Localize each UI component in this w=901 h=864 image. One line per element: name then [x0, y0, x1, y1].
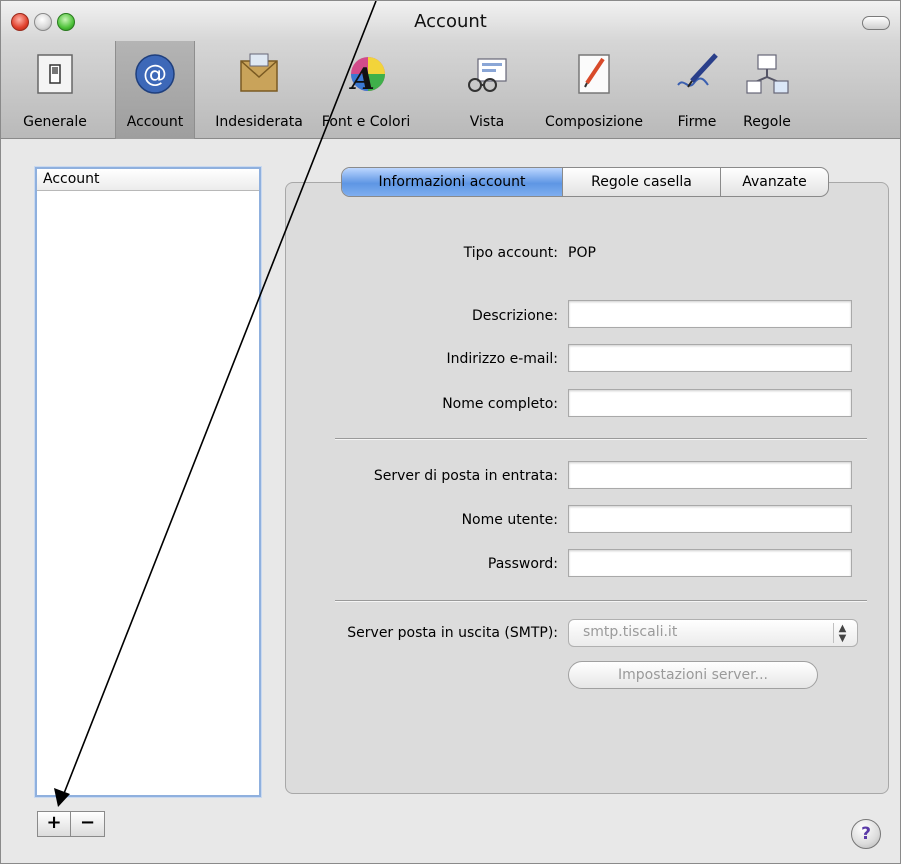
account-type-value: POP	[568, 245, 596, 261]
account-type-label: Tipo account:	[463, 245, 558, 261]
tab-regole-casella[interactable]: Regole casella	[562, 168, 720, 196]
help-button[interactable]: ?	[851, 819, 881, 849]
account-list-header[interactable]: Account	[37, 169, 259, 191]
password-input[interactable]	[568, 549, 852, 577]
svg-text:A: A	[348, 62, 374, 97]
compose-icon	[578, 54, 610, 94]
toolbar-item-generale[interactable]: Generale	[11, 41, 99, 139]
tab-avanzate[interactable]: Avanzate	[720, 168, 828, 196]
toolbar-toggle-button[interactable]	[862, 16, 890, 30]
title-bar: Account	[1, 1, 900, 41]
toolbar-label: Composizione	[545, 114, 643, 130]
signature-pen-icon	[677, 53, 718, 88]
smtp-label: Server posta in uscita (SMTP):	[347, 625, 558, 641]
glasses-icon	[468, 58, 507, 92]
username-label: Nome utente:	[461, 512, 558, 528]
server-settings-button[interactable]: Impostazioni server...	[568, 661, 818, 689]
toolbar-label: Regole	[743, 114, 791, 130]
smtp-server-popup[interactable]: smtp.tiscali.it ▲ ▼	[568, 619, 858, 647]
smtp-server-value: smtp.tiscali.it	[583, 624, 678, 640]
toolbar-label: Indesiderata	[215, 114, 303, 130]
tab-informazioni-account[interactable]: Informazioni account	[342, 168, 562, 196]
username-input[interactable]	[568, 505, 852, 533]
preferences-window: Account Generale @ Account Indesiderata …	[0, 0, 901, 864]
toolbar-item-font-colori[interactable]: A Font e Colori	[315, 41, 417, 139]
add-remove-buttons: + −	[37, 811, 105, 837]
email-label: Indirizzo e-mail:	[446, 351, 558, 367]
up-down-arrows-icon: ▲ ▼	[833, 623, 851, 644]
rules-icon	[746, 54, 789, 94]
description-label: Descrizione:	[471, 308, 558, 324]
tab-bar: Informazioni account Regole casella Avan…	[341, 167, 829, 197]
at-sign-icon: @	[135, 54, 175, 94]
switch-icon	[37, 54, 73, 94]
toolbar-item-composizione[interactable]: Composizione	[529, 41, 659, 139]
preferences-toolbar: Generale @ Account Indesiderata A Font e…	[1, 41, 900, 139]
junk-mail-icon	[240, 53, 278, 92]
toolbar-label: Generale	[23, 114, 87, 130]
separator	[335, 600, 867, 602]
window-title: Account	[414, 11, 487, 32]
full-name-input[interactable]	[568, 389, 852, 417]
toolbar-item-regole[interactable]: Regole	[735, 41, 799, 139]
description-input[interactable]	[568, 300, 852, 328]
password-label: Password:	[487, 556, 558, 572]
toolbar-item-vista[interactable]: Vista	[459, 41, 515, 139]
toolbar-label: Vista	[469, 114, 505, 130]
font-colors-icon: A	[348, 57, 385, 97]
remove-account-button[interactable]: −	[71, 811, 105, 837]
toolbar-item-account[interactable]: @ Account	[115, 41, 195, 139]
toolbar-label: Font e Colori	[321, 114, 411, 130]
account-list[interactable]: Account	[35, 167, 261, 797]
toolbar-label: Account	[126, 114, 184, 130]
incoming-server-input[interactable]	[568, 461, 852, 489]
add-account-button[interactable]: +	[37, 811, 71, 837]
email-input[interactable]	[568, 344, 852, 372]
incoming-server-label: Server di posta in entrata:	[373, 468, 558, 484]
separator	[335, 438, 867, 440]
full-name-label: Nome completo:	[442, 396, 558, 412]
toolbar-item-indesiderata[interactable]: Indesiderata	[205, 41, 313, 139]
toolbar-item-firme[interactable]: Firme	[667, 41, 727, 139]
svg-text:@: @	[143, 60, 167, 88]
toolbar-label: Firme	[677, 114, 717, 130]
